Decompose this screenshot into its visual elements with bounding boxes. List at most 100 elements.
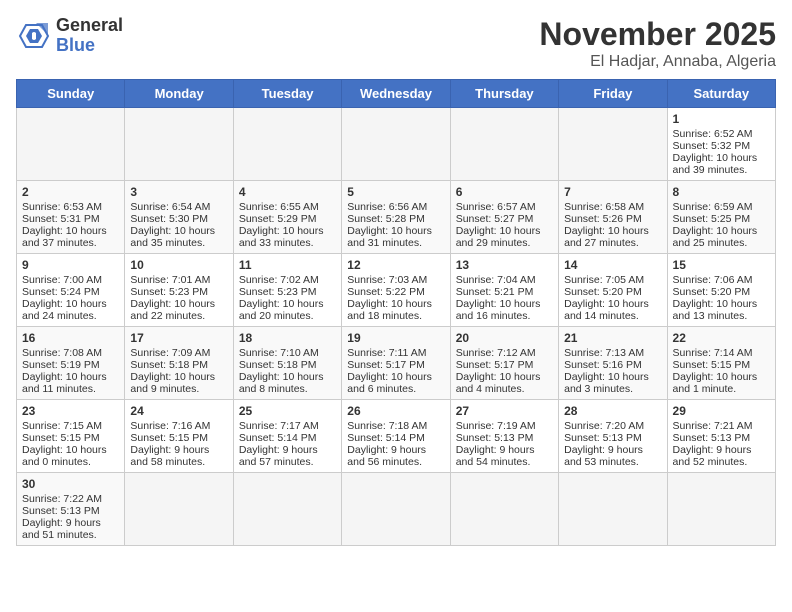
daylight-text: Daylight: 10 hours and 24 minutes. — [22, 298, 107, 322]
day-number: 6 — [456, 185, 553, 199]
sunrise-text: Sunrise: 7:20 AM — [564, 420, 644, 432]
sunset-text: Sunset: 5:15 PM — [130, 432, 208, 444]
sunset-text: Sunset: 5:19 PM — [22, 359, 100, 371]
sunrise-text: Sunrise: 6:52 AM — [673, 128, 753, 140]
sunrise-text: Sunrise: 7:08 AM — [22, 347, 102, 359]
day-number: 10 — [130, 258, 227, 272]
calendar-week-row: 1Sunrise: 6:52 AMSunset: 5:32 PMDaylight… — [17, 108, 776, 181]
daylight-text: Daylight: 10 hours and 20 minutes. — [239, 298, 324, 322]
sunset-text: Sunset: 5:13 PM — [456, 432, 534, 444]
sunset-text: Sunset: 5:31 PM — [22, 213, 100, 225]
sunset-text: Sunset: 5:21 PM — [456, 286, 534, 298]
calendar-cell — [125, 108, 233, 181]
calendar-table: SundayMondayTuesdayWednesdayThursdayFrid… — [16, 79, 776, 546]
sunrise-text: Sunrise: 7:09 AM — [130, 347, 210, 359]
calendar-header-sunday: Sunday — [17, 80, 125, 108]
calendar-cell: 18Sunrise: 7:10 AMSunset: 5:18 PMDayligh… — [233, 327, 341, 400]
day-number: 5 — [347, 185, 444, 199]
daylight-text: Daylight: 10 hours and 11 minutes. — [22, 371, 107, 395]
calendar-cell: 1Sunrise: 6:52 AMSunset: 5:32 PMDaylight… — [667, 108, 775, 181]
day-number: 8 — [673, 185, 770, 199]
day-number: 13 — [456, 258, 553, 272]
sunset-text: Sunset: 5:13 PM — [22, 505, 100, 517]
calendar-week-row: 30Sunrise: 7:22 AMSunset: 5:13 PMDayligh… — [17, 473, 776, 546]
sunrise-text: Sunrise: 7:03 AM — [347, 274, 427, 286]
day-number: 26 — [347, 404, 444, 418]
day-number: 14 — [564, 258, 661, 272]
calendar-cell: 20Sunrise: 7:12 AMSunset: 5:17 PMDayligh… — [450, 327, 558, 400]
calendar-cell: 8Sunrise: 6:59 AMSunset: 5:25 PMDaylight… — [667, 181, 775, 254]
sunset-text: Sunset: 5:28 PM — [347, 213, 425, 225]
location-title: El Hadjar, Annaba, Algeria — [539, 53, 776, 71]
daylight-text: Daylight: 9 hours and 57 minutes. — [239, 444, 318, 468]
sunrise-text: Sunrise: 7:02 AM — [239, 274, 319, 286]
day-number: 1 — [673, 112, 770, 126]
calendar-cell: 10Sunrise: 7:01 AMSunset: 5:23 PMDayligh… — [125, 254, 233, 327]
day-number: 16 — [22, 331, 119, 345]
day-number: 3 — [130, 185, 227, 199]
calendar-header-friday: Friday — [559, 80, 667, 108]
sunrise-text: Sunrise: 7:04 AM — [456, 274, 536, 286]
sunset-text: Sunset: 5:17 PM — [347, 359, 425, 371]
sunrise-text: Sunrise: 7:17 AM — [239, 420, 319, 432]
calendar-cell — [559, 108, 667, 181]
daylight-text: Daylight: 10 hours and 39 minutes. — [673, 152, 758, 176]
calendar-cell: 15Sunrise: 7:06 AMSunset: 5:20 PMDayligh… — [667, 254, 775, 327]
sunset-text: Sunset: 5:20 PM — [564, 286, 642, 298]
sunset-text: Sunset: 5:30 PM — [130, 213, 208, 225]
calendar-header-thursday: Thursday — [450, 80, 558, 108]
calendar-cell: 16 Sunrise: 7:08 AMSunset: 5:19 PMDayligh… — [17, 327, 125, 400]
calendar-cell: 13Sunrise: 7:04 AMSunset: 5:21 PMDayligh… — [450, 254, 558, 327]
calendar-cell — [17, 108, 125, 181]
calendar-cell — [233, 108, 341, 181]
day-number: 12 — [347, 258, 444, 272]
calendar-cell: 19Sunrise: 7:11 AMSunset: 5:17 PMDayligh… — [342, 327, 450, 400]
daylight-text: Daylight: 10 hours and 33 minutes. — [239, 225, 324, 249]
sunrise-text: Sunrise: 6:56 AM — [347, 201, 427, 213]
sunset-text: Sunset: 5:18 PM — [130, 359, 208, 371]
day-number: 22 — [673, 331, 770, 345]
sunrise-text: Sunrise: 7:10 AM — [239, 347, 319, 359]
sunset-text: Sunset: 5:17 PM — [456, 359, 534, 371]
calendar-cell: 3Sunrise: 6:54 AMSunset: 5:30 PMDaylight… — [125, 181, 233, 254]
daylight-text: Daylight: 9 hours and 51 minutes. — [22, 517, 101, 541]
logo: General Blue — [16, 16, 123, 56]
sunrise-text: Sunrise: 7:18 AM — [347, 420, 427, 432]
daylight-text: Daylight: 10 hours and 22 minutes. — [130, 298, 215, 322]
sunset-text: Sunset: 5:29 PM — [239, 213, 317, 225]
day-number: 17 — [130, 331, 227, 345]
daylight-text: Daylight: 10 hours and 6 minutes. — [347, 371, 432, 395]
day-number: 30 — [22, 477, 119, 491]
sunset-text: Sunset: 5:14 PM — [239, 432, 317, 444]
sunset-text: Sunset: 5:13 PM — [564, 432, 642, 444]
daylight-text: Daylight: 10 hours and 13 minutes. — [673, 298, 758, 322]
daylight-text: Daylight: 10 hours and 37 minutes. — [22, 225, 107, 249]
daylight-text: Daylight: 10 hours and 31 minutes. — [347, 225, 432, 249]
sunrise-text: Sunrise: 7:12 AM — [456, 347, 536, 359]
day-number: 9 — [22, 258, 119, 272]
calendar-cell: 2Sunrise: 6:53 AMSunset: 5:31 PMDaylight… — [17, 181, 125, 254]
calendar-week-row: 23Sunrise: 7:15 AMSunset: 5:15 PMDayligh… — [17, 400, 776, 473]
calendar-cell: 30Sunrise: 7:22 AMSunset: 5:13 PMDayligh… — [17, 473, 125, 546]
calendar-header-monday: Monday — [125, 80, 233, 108]
daylight-text: Daylight: 10 hours and 3 minutes. — [564, 371, 649, 395]
calendar-cell — [559, 473, 667, 546]
calendar-cell — [125, 473, 233, 546]
sunrise-text: Sunrise: 7:19 AM — [456, 420, 536, 432]
sunset-text: Sunset: 5:20 PM — [673, 286, 751, 298]
calendar-header-tuesday: Tuesday — [233, 80, 341, 108]
sunrise-text: Sunrise: 7:14 AM — [673, 347, 753, 359]
sunrise-text: Sunrise: 6:54 AM — [130, 201, 210, 213]
sunset-text: Sunset: 5:24 PM — [22, 286, 100, 298]
sunrise-text: Sunrise: 6:57 AM — [456, 201, 536, 213]
calendar-week-row: 2Sunrise: 6:53 AMSunset: 5:31 PMDaylight… — [17, 181, 776, 254]
calendar-cell — [342, 473, 450, 546]
calendar-cell: 17Sunrise: 7:09 AMSunset: 5:18 PMDayligh… — [125, 327, 233, 400]
calendar-cell — [342, 108, 450, 181]
calendar-header-row: SundayMondayTuesdayWednesdayThursdayFrid… — [17, 80, 776, 108]
day-number: 20 — [456, 331, 553, 345]
sunrise-text: Sunrise: 6:58 AM — [564, 201, 644, 213]
sunset-text: Sunset: 5:26 PM — [564, 213, 642, 225]
calendar-cell: 27Sunrise: 7:19 AMSunset: 5:13 PMDayligh… — [450, 400, 558, 473]
calendar-cell — [450, 473, 558, 546]
